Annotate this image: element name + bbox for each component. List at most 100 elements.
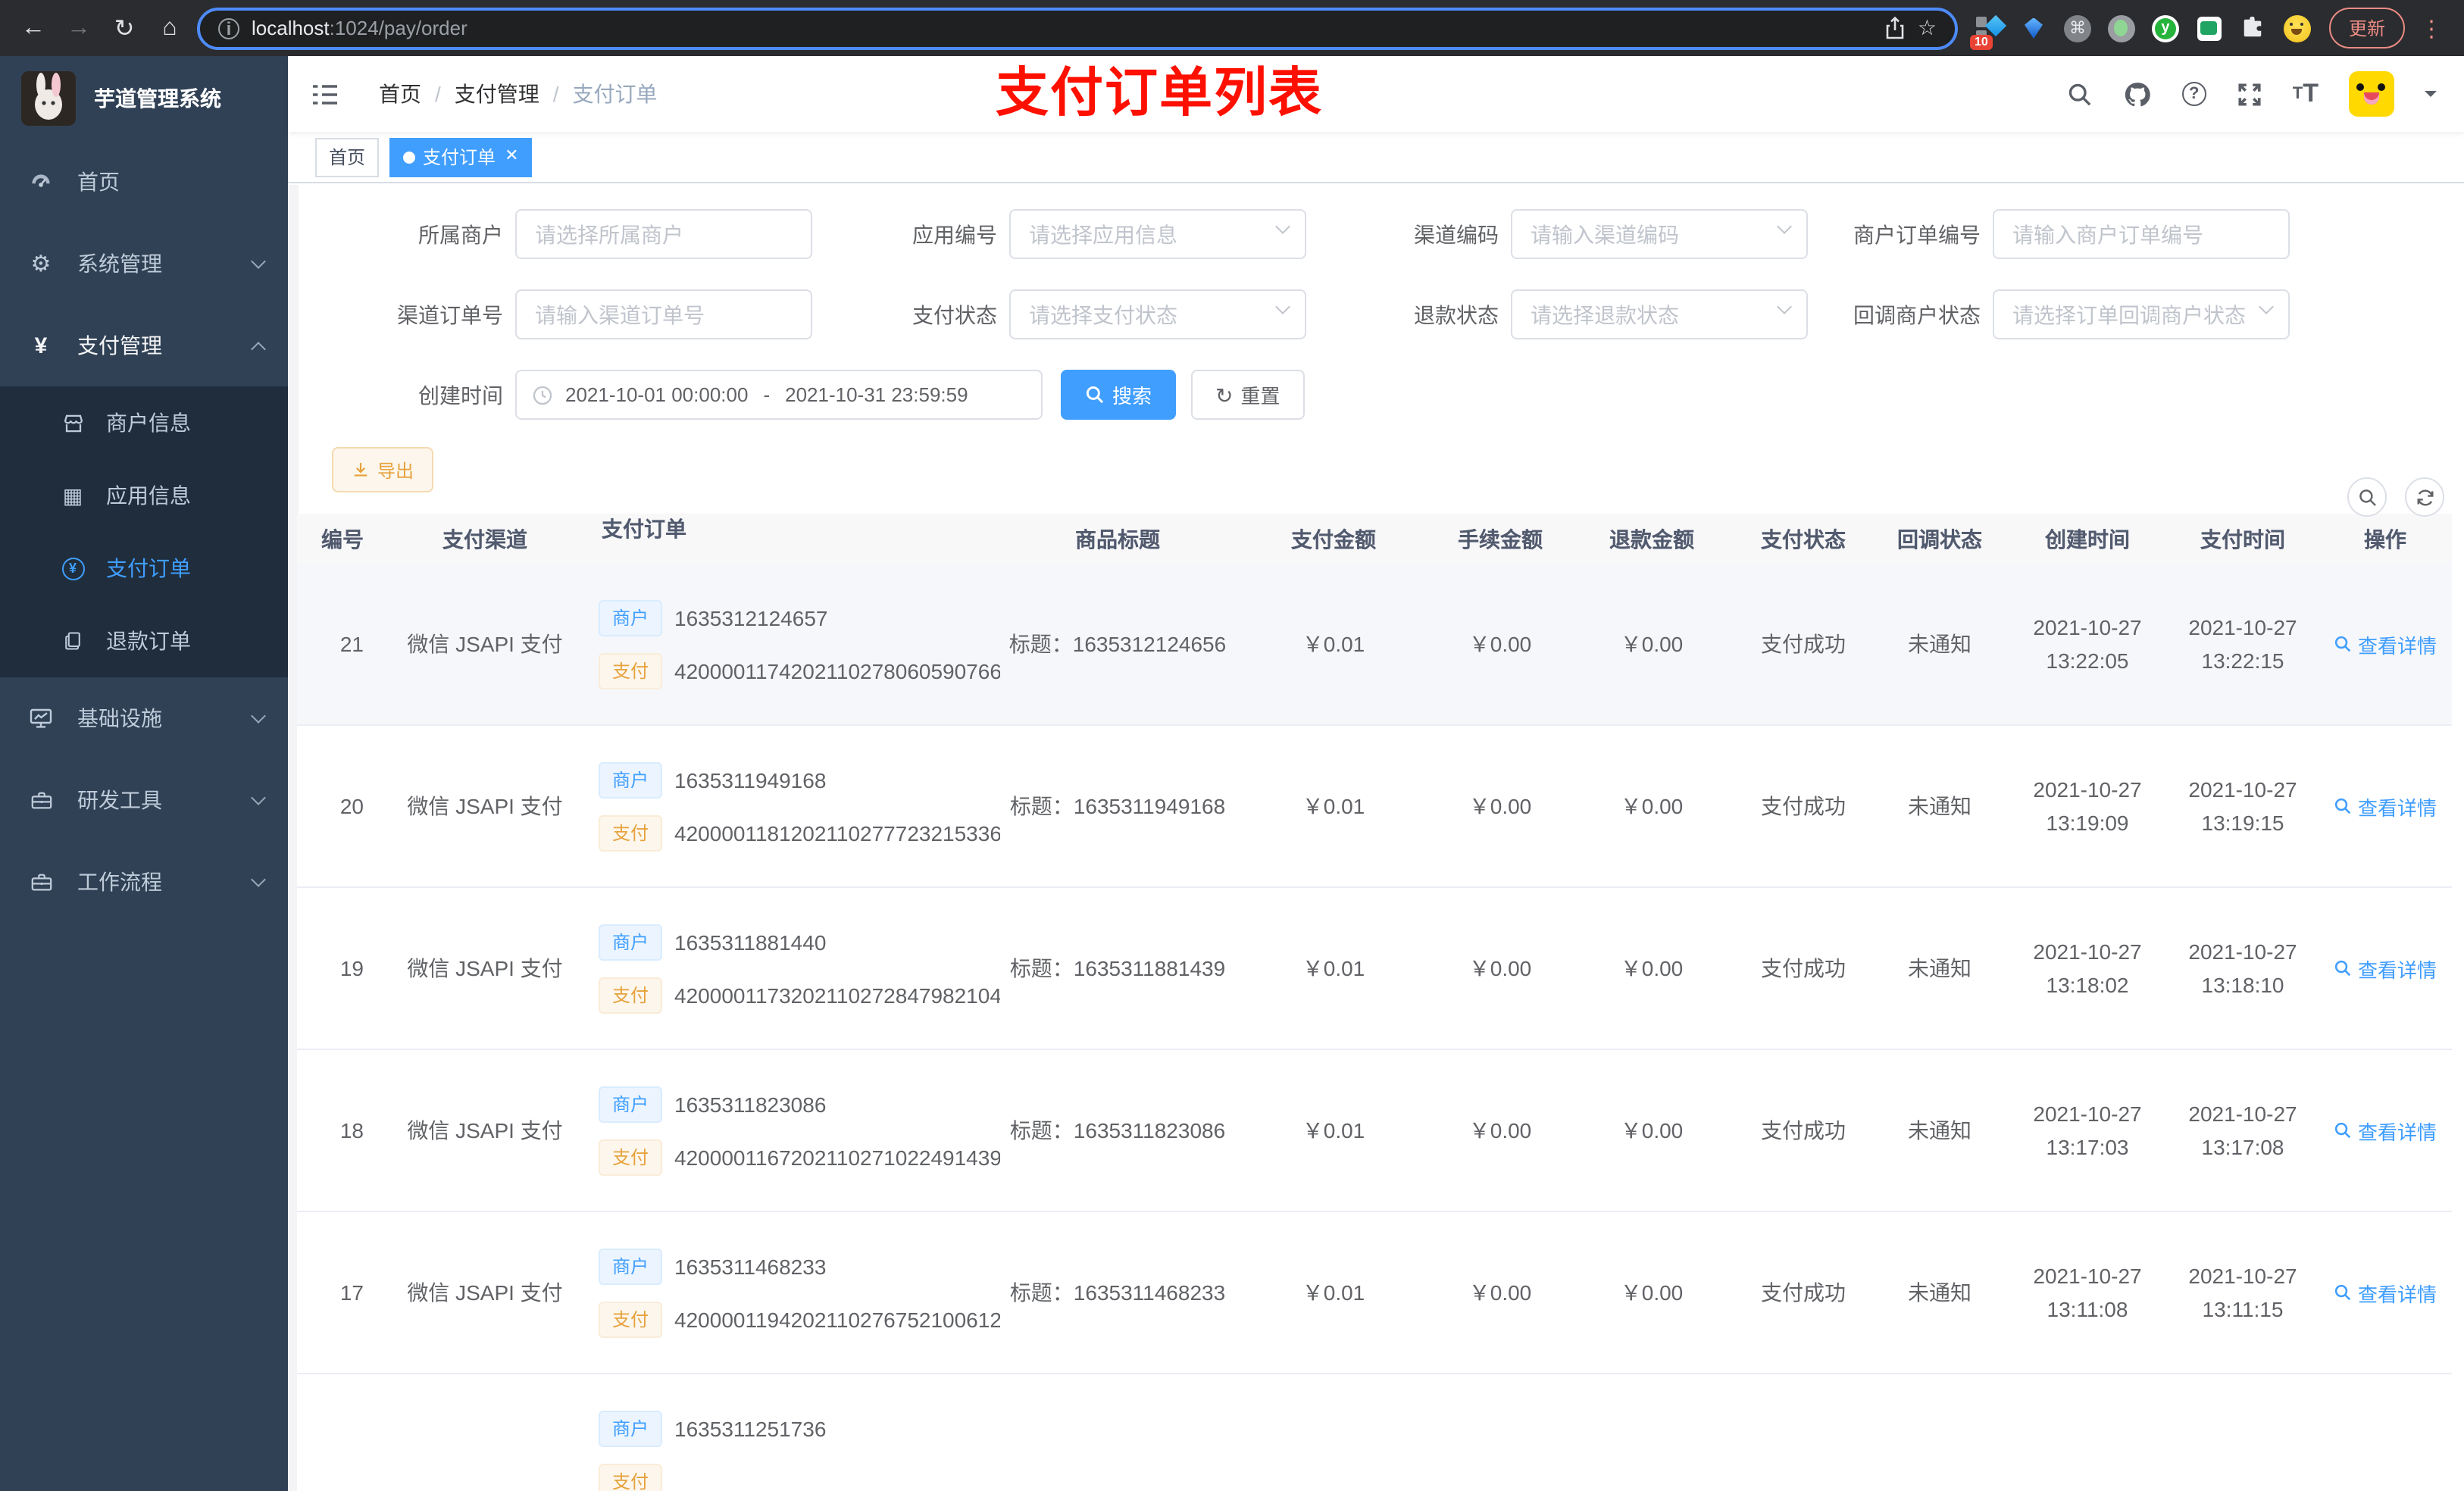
user-avatar[interactable]: [2349, 71, 2394, 117]
view-detail-link[interactable]: 查看详情: [2334, 792, 2437, 821]
notify-status-select[interactable]: [1993, 289, 2290, 339]
address-bar[interactable]: i localhost:1024/pay/order ☆: [197, 7, 1958, 49]
refund-status-select[interactable]: [1511, 289, 1808, 339]
gear-icon: ⚙: [30, 252, 52, 277]
pay-time: 2021-10-27 13:17:08: [2188, 1102, 2297, 1159]
merchant-badge: 商户: [599, 924, 663, 960]
github-icon[interactable]: [2123, 80, 2152, 108]
extension-grid-icon[interactable]: 10: [1969, 14, 2007, 49]
grid-icon: ▦: [62, 483, 83, 507]
product-title: 标题：1635311949168: [1009, 794, 1226, 818]
reload-icon[interactable]: ↻: [106, 10, 142, 46]
app-logo[interactable]: 芋道管理系统: [0, 56, 288, 141]
merchant-order-no: 1635311468233: [674, 1254, 827, 1278]
refresh-table-icon[interactable]: [2405, 477, 2444, 517]
channel-code-select[interactable]: [1511, 209, 1808, 259]
refund-amount: ￥0.00: [1620, 632, 1684, 656]
order-numbers: 商户 1635311468233 支付 4200001194202110276752…: [599, 1212, 1000, 1373]
sidebar-item-workflow[interactable]: 工作流程: [0, 841, 288, 923]
chevron-down-icon: [251, 254, 266, 269]
briefcase-icon: [24, 789, 58, 811]
order-id: 19: [339, 956, 364, 980]
yen-circle-icon: ¥: [58, 557, 88, 580]
share-icon[interactable]: [1886, 17, 1906, 39]
show-search-icon[interactable]: [2347, 477, 2387, 517]
view-detail-link[interactable]: 查看详情: [2334, 1278, 2437, 1307]
view-detail-link[interactable]: 查看详情: [2334, 954, 2437, 983]
caret-down-icon[interactable]: [2425, 91, 2437, 103]
order-id: 18: [339, 1118, 364, 1142]
close-tab-icon[interactable]: ✕: [505, 148, 518, 165]
channel-order-no-input[interactable]: [515, 289, 812, 339]
tab-home[interactable]: 首页: [315, 137, 380, 177]
channel-pay-no: 4200001174202110278060590766: [674, 658, 1000, 683]
reset-button[interactable]: ↻ 重置: [1191, 370, 1305, 420]
sidebar-item-app-info[interactable]: ▦ 应用信息: [0, 459, 288, 532]
fee-amount: ￥0.00: [1468, 1118, 1532, 1142]
collapse-sidebar-icon[interactable]: [311, 81, 339, 107]
view-detail-link[interactable]: 查看详情: [2334, 630, 2437, 658]
home-icon[interactable]: ⌂: [152, 10, 188, 46]
sidebar-item-refund-order[interactable]: 退款订单: [0, 605, 288, 677]
extension-emoji-icon[interactable]: [2283, 14, 2311, 42]
order-id: 20: [339, 794, 364, 818]
export-button[interactable]: 导出: [332, 447, 434, 492]
help-icon[interactable]: ?: [2181, 82, 2206, 106]
extension-command-icon[interactable]: ⌘: [2063, 14, 2091, 42]
pay-amount: ￥0.01: [1302, 1118, 1365, 1142]
pay-status: 支付成功: [1761, 632, 1846, 656]
notify-status: 未通知: [1908, 1280, 1972, 1305]
sidebar-item-system[interactable]: ⚙ 系统管理: [0, 223, 288, 305]
extensions-puzzle-icon[interactable]: [2240, 14, 2267, 42]
extension-pin-icon[interactable]: [2020, 14, 2047, 42]
payment-submenu: 商户信息 ▦ 应用信息 ¥ 支付订单 退款订单: [0, 386, 288, 677]
tab-pay-order[interactable]: 支付订单 ✕: [389, 137, 533, 177]
app-select[interactable]: [1009, 209, 1306, 259]
back-icon[interactable]: ←: [15, 10, 52, 46]
pay-status-select[interactable]: [1009, 289, 1306, 339]
pay-channel: 微信 JSAPI 支付: [407, 794, 563, 818]
chevron-down-icon: [251, 790, 266, 805]
app-title: 芋道管理系统: [94, 86, 221, 111]
refund-amount: [1568, 1374, 1735, 1491]
forward-icon[interactable]: →: [61, 10, 97, 46]
pay-amount: ￥0.01: [1302, 632, 1365, 656]
chevron-up-icon: [251, 341, 266, 356]
create-time-range-picker[interactable]: 2021-10-01 00:00:00 - 2021-10-31 23:59:5…: [515, 370, 1043, 420]
create-time: 2021-10-27 13:11:08: [2033, 1264, 2142, 1321]
browser-update-button[interactable]: 更新: [2328, 8, 2405, 48]
breadcrumb-home[interactable]: 首页: [379, 79, 421, 109]
pay-amount: ￥0.01: [1302, 956, 1365, 980]
channel-pay-no: 4200001194202110276752100612: [674, 1307, 1000, 1331]
merchant-input[interactable]: [515, 209, 812, 259]
view-detail-link[interactable]: 查看详情: [2334, 1116, 2437, 1145]
pay-channel: [371, 1374, 599, 1491]
sidebar-item-home[interactable]: 首页: [0, 141, 288, 223]
extension-y-icon[interactable]: y: [2151, 14, 2179, 42]
bookmark-star-icon[interactable]: ☆: [1918, 15, 1937, 41]
logo-image: [21, 71, 76, 126]
sidebar-item-infrastructure[interactable]: 基础设施: [0, 677, 288, 759]
breadcrumb-payment[interactable]: 支付管理: [455, 79, 539, 109]
font-size-icon[interactable]: TT: [2293, 79, 2319, 109]
pay-time: 2021-10-27 13:18:10: [2188, 939, 2297, 997]
tags-view: 首页 支付订单 ✕: [288, 132, 2464, 183]
refund-amount: ￥0.00: [1620, 1118, 1684, 1142]
extension-badge: 10: [1969, 34, 1993, 49]
site-info-icon[interactable]: i: [218, 17, 239, 39]
extension-chat-icon[interactable]: [2196, 14, 2223, 42]
table-body: 21 微信 JSAPI 支付 商户 1635312124657 支付 4200001…: [297, 564, 2452, 1491]
sidebar-item-merchant-info[interactable]: 商户信息: [0, 386, 288, 459]
search-button[interactable]: 搜索: [1061, 370, 1177, 420]
sidebar-item-pay-order[interactable]: ¥ 支付订单: [0, 532, 288, 605]
browser-menu-icon[interactable]: ⋮: [2414, 14, 2449, 42]
sidebar-item-payment[interactable]: ¥ 支付管理: [0, 305, 288, 386]
page-annotation: 支付订单列表: [995, 64, 1323, 123]
extension-dot-icon[interactable]: [2107, 14, 2135, 42]
merchant-order-no-input[interactable]: [1993, 209, 2290, 259]
product-title: 标题：1635311881439: [1009, 956, 1226, 980]
search-icon[interactable]: [2067, 81, 2093, 107]
sidebar-item-dev-tools[interactable]: 研发工具: [0, 759, 288, 841]
fullscreen-icon[interactable]: [2237, 81, 2262, 107]
pay-channel: 微信 JSAPI 支付: [407, 956, 563, 980]
